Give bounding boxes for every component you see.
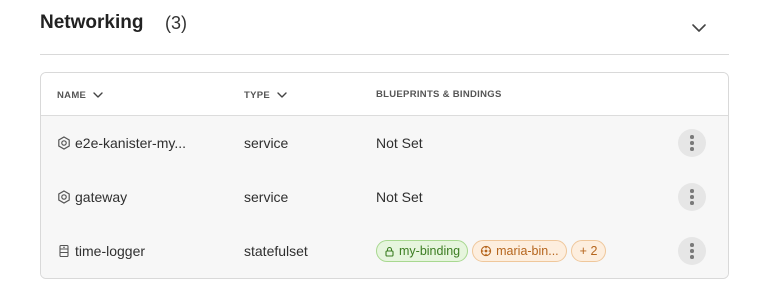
table-row[interactable]: e2e-kanister-my... service Not Set: [41, 116, 728, 170]
column-name-label: NAME: [57, 89, 87, 101]
row-actions-button[interactable]: [678, 129, 706, 157]
section-count: (3): [165, 13, 187, 33]
table-row[interactable]: gateway service Not Set: [41, 170, 728, 224]
table-row[interactable]: time-logger statefulset my-binding maria…: [41, 224, 728, 278]
row-blueprints-cell: Not Set: [376, 135, 423, 151]
service-icon: [57, 190, 71, 204]
section-title: Networking: [40, 12, 144, 33]
row-blueprints-cell: Not Set: [376, 189, 423, 205]
row-type-cell: service: [244, 135, 289, 151]
row-name-cell[interactable]: gateway: [57, 189, 127, 205]
column-header-blueprints: BLUEPRINTS & BINDINGS: [376, 89, 502, 100]
section-header: Networking (3): [40, 10, 729, 55]
row-name-text: gateway: [75, 189, 128, 205]
service-icon: [57, 136, 71, 150]
row-type-cell: service: [244, 189, 289, 205]
column-header-type[interactable]: TYPE: [244, 89, 288, 101]
blueprint-tag[interactable]: maria-bin...: [472, 240, 567, 262]
row-type-cell: statefulset: [244, 243, 308, 259]
binding-tag[interactable]: my-binding: [376, 240, 469, 262]
row-name-cell[interactable]: e2e-kanister-my...: [57, 135, 186, 151]
statefulset-icon: [57, 244, 71, 258]
sort-chevron-icon[interactable]: [276, 89, 288, 101]
blueprint-icon: [480, 245, 492, 257]
table-header: NAME TYPE BLUEPRINTS & BINDINGS: [41, 73, 728, 116]
row-name-cell[interactable]: time-logger: [57, 243, 145, 259]
row-actions-button[interactable]: [678, 237, 706, 265]
more-tags-badge[interactable]: + 2: [570, 240, 607, 262]
column-blueprints-label: BLUEPRINTS & BINDINGS: [376, 89, 502, 100]
row-blueprints-cell: my-binding maria-bin... + 2: [376, 240, 610, 262]
lock-icon: [385, 246, 394, 257]
row-name-text: time-logger: [75, 243, 146, 259]
blueprint-tag-label: maria-bin...: [496, 244, 559, 258]
networking-table: NAME TYPE BLUEPRINTS & BINDINGS e2e-kani…: [40, 72, 729, 279]
binding-tag-label: my-binding: [399, 244, 461, 258]
chevron-down-icon[interactable]: [689, 18, 709, 38]
column-header-name[interactable]: NAME: [57, 89, 104, 101]
sort-chevron-icon[interactable]: [92, 89, 104, 101]
column-type-label: TYPE: [244, 89, 271, 101]
row-actions-button[interactable]: [678, 183, 706, 211]
table-body: e2e-kanister-my... service Not Set gatew…: [41, 116, 728, 278]
row-name-text: e2e-kanister-my...: [75, 135, 186, 151]
